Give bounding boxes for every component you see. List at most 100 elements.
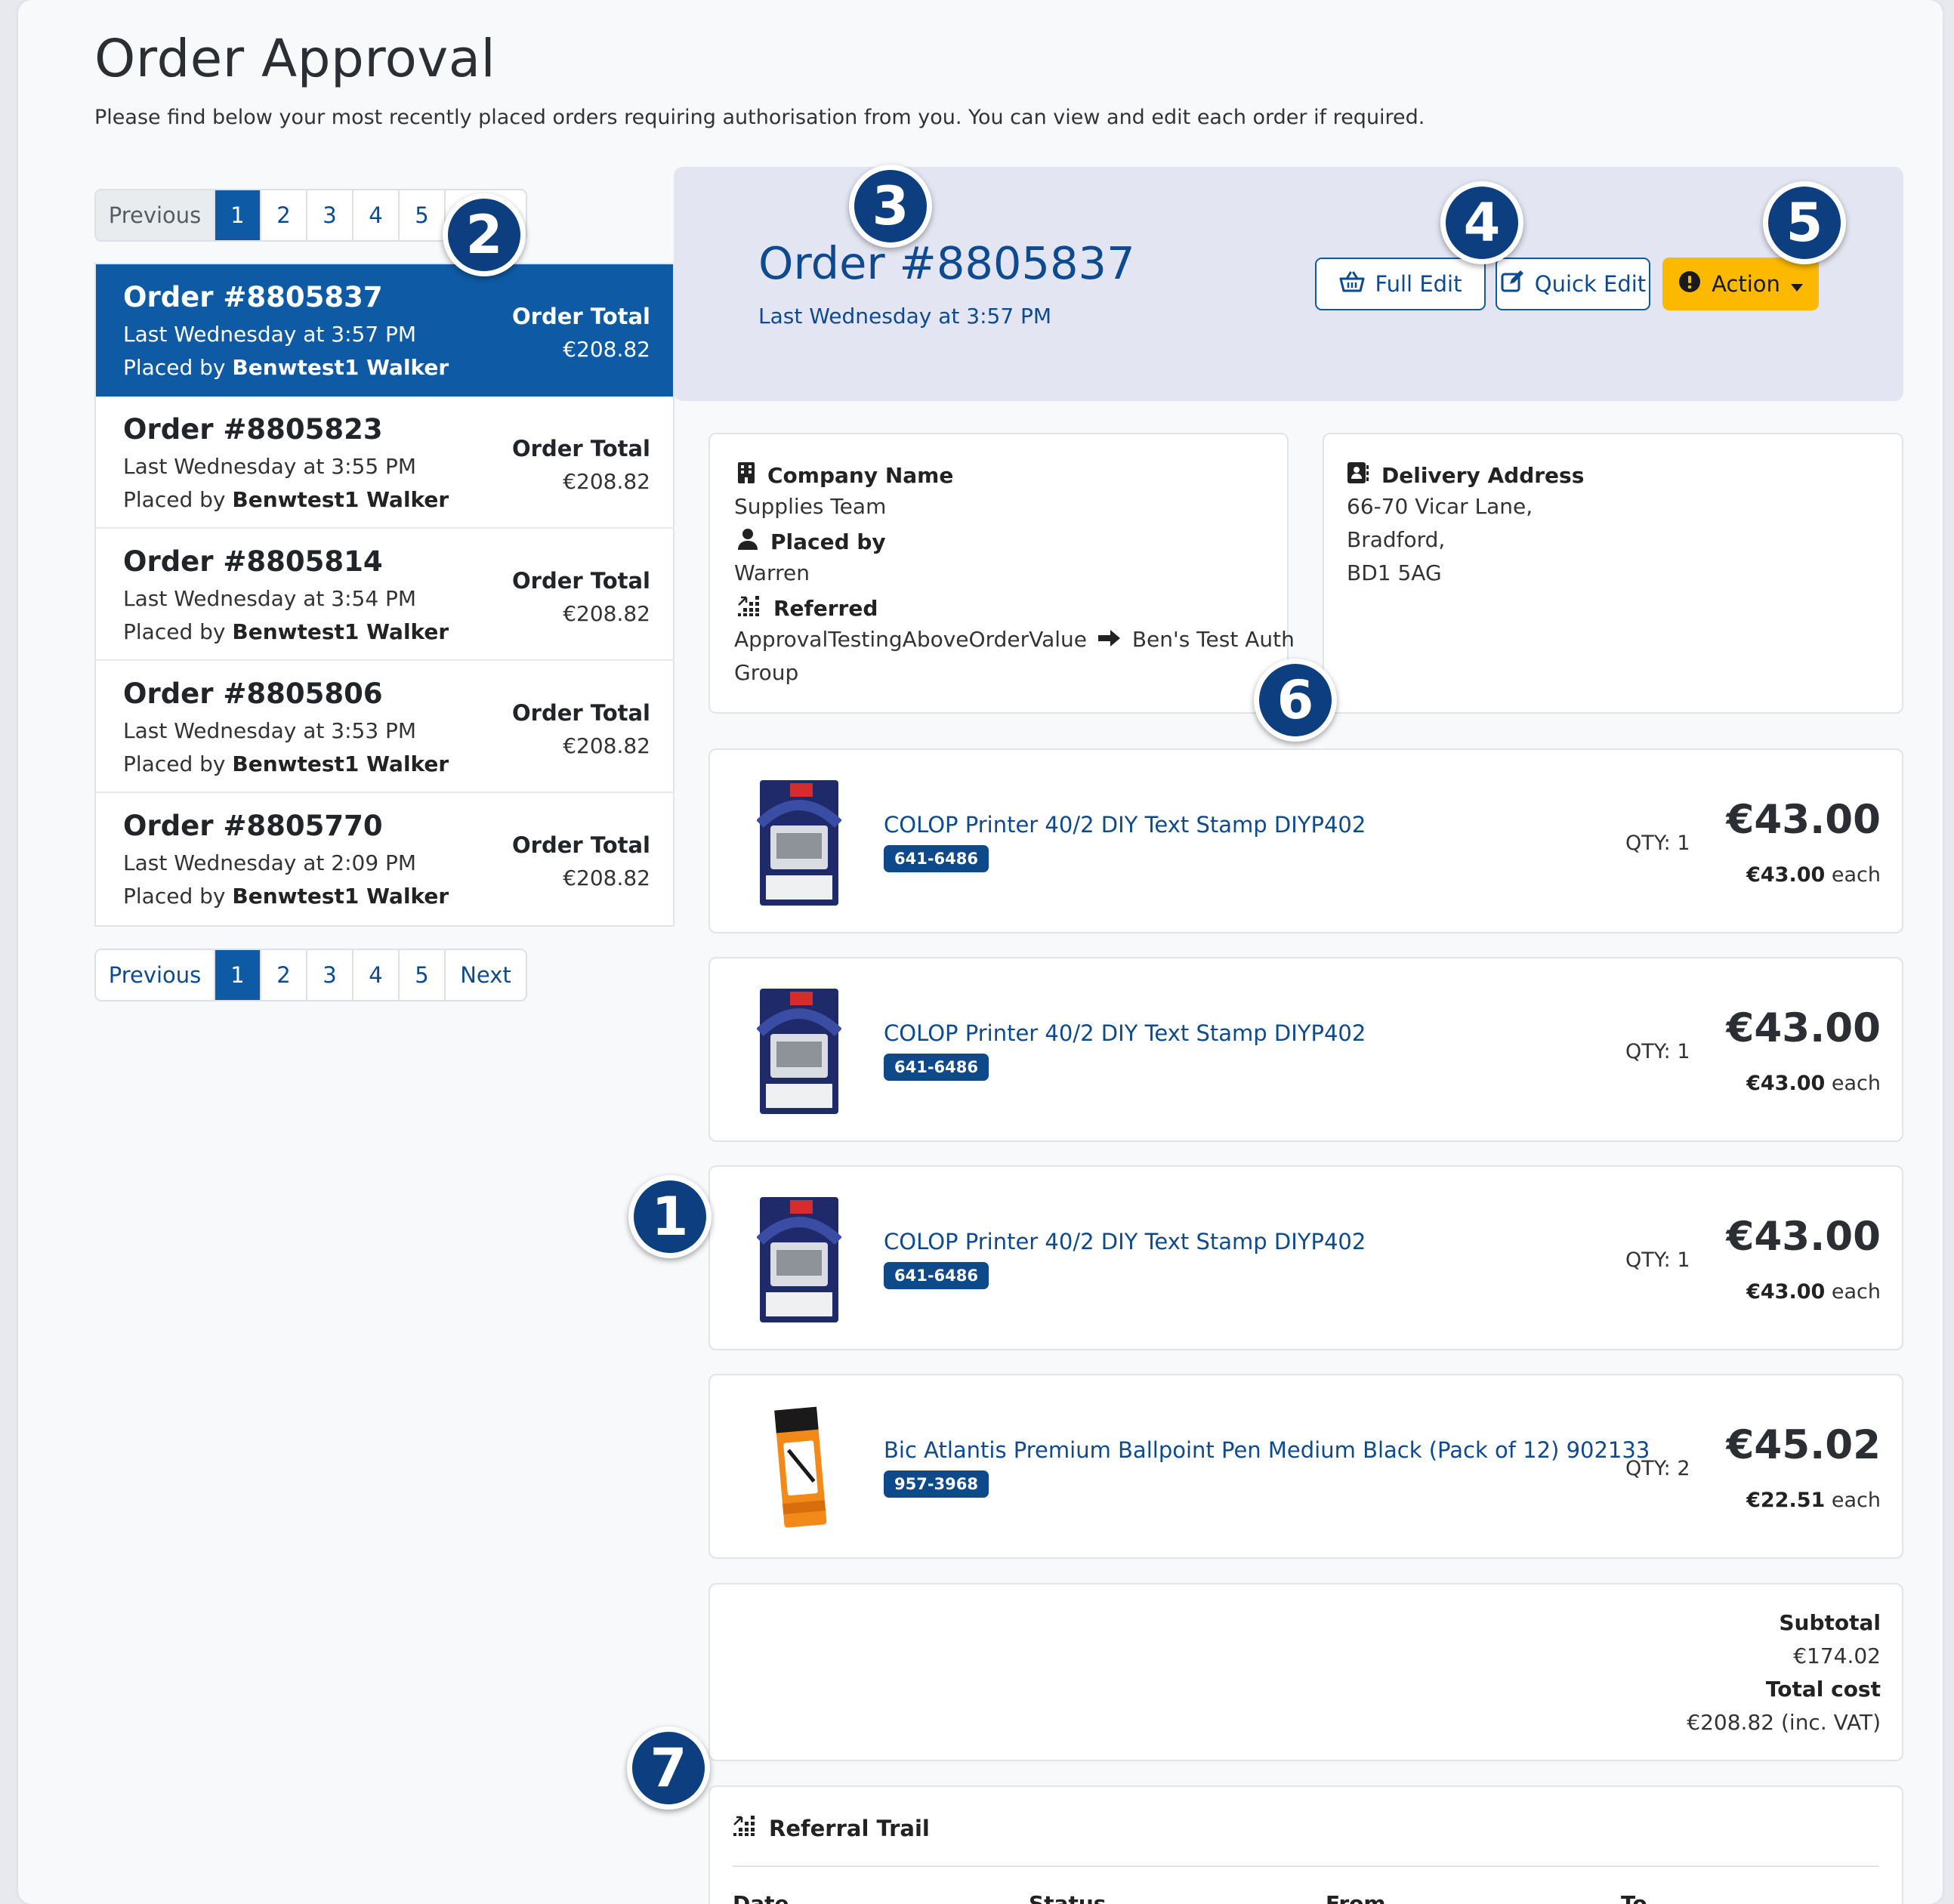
order-list-item[interactable]: Order #8805837 Last Wednesday at 3:57 PM…: [96, 264, 673, 397]
order-total-label: Order Total: [511, 568, 650, 594]
product-name-link[interactable]: COLOP Printer 40/2 DIY Text Stamp DIYP40…: [884, 812, 1366, 838]
referred-from: ApprovalTestingAboveOrderValue: [734, 627, 1087, 652]
referred-label: Referred: [773, 596, 878, 621]
unit-price-value: €43.00: [1746, 1280, 1826, 1304]
order-number: Order #8805823: [123, 413, 383, 446]
order-line-item: COLOP Printer 40/2 DIY Text Stamp DIYP40…: [708, 957, 1903, 1142]
order-number: Order #8805806: [123, 677, 383, 710]
action-dropdown-button[interactable]: Action: [1662, 258, 1819, 310]
product-name-link[interactable]: Bic Atlantis Premium Ballpoint Pen Mediu…: [884, 1437, 1650, 1463]
pagination-page-5[interactable]: 5: [400, 950, 446, 1000]
pagination-next[interactable]: Next: [446, 950, 526, 1000]
pagination-page-4[interactable]: 4: [353, 190, 400, 240]
product-image[interactable]: [756, 1196, 842, 1324]
line-price: €43.00: [1726, 1005, 1881, 1051]
callout-badge-4: 4: [1440, 181, 1523, 264]
referral-trail-title: Referral Trail: [769, 1815, 930, 1841]
product-image[interactable]: [757, 1404, 841, 1532]
callout-badge-6: 6: [1254, 659, 1337, 742]
column-header-status: Status: [1029, 1891, 1107, 1904]
order-placed-by-prefix: Placed by: [123, 884, 233, 909]
pagination-page-4[interactable]: 4: [353, 950, 400, 1000]
order-total-label: Order Total: [511, 700, 650, 726]
quick-edit-label: Quick Edit: [1534, 271, 1647, 297]
pagination-previous[interactable]: Previous: [96, 190, 215, 240]
exclamation-circle-icon: [1678, 270, 1701, 298]
product-qty: QTY: 1: [1625, 832, 1690, 855]
pagination-page-1[interactable]: 1: [215, 950, 261, 1000]
order-total: €208.82: [563, 866, 650, 890]
product-image[interactable]: [756, 779, 842, 907]
pagination-page-3[interactable]: 3: [307, 190, 353, 240]
address-line-1: 66-70 Vicar Lane,: [1347, 494, 1533, 519]
product-image[interactable]: [756, 987, 842, 1116]
unit-price: €43.00 each: [1746, 1280, 1881, 1304]
unit-price: €22.51 each: [1746, 1489, 1881, 1512]
order-line-item: COLOP Printer 40/2 DIY Text Stamp DIYP40…: [708, 1165, 1903, 1350]
product-sku-badge: 641-6486: [884, 1054, 989, 1081]
product-qty: QTY: 2: [1625, 1457, 1690, 1480]
referral-trail-heading: Referral Trail: [733, 1814, 930, 1842]
product-qty: QTY: 1: [1625, 1040, 1690, 1063]
delivery-address-card: Delivery Address 66-70 Vicar Lane, Bradf…: [1323, 433, 1903, 714]
line-price: €45.02: [1726, 1422, 1881, 1468]
order-number: Order #8805837: [123, 281, 383, 313]
pagination-previous[interactable]: Previous: [96, 950, 215, 1000]
order-total-label: Order Total: [511, 304, 650, 329]
company-name-label: Company Name: [767, 463, 954, 488]
full-edit-button[interactable]: Full Edit: [1315, 258, 1486, 310]
unit-price: €43.00 each: [1746, 1072, 1881, 1095]
order-list: Order #8805837 Last Wednesday at 3:57 PM…: [94, 263, 674, 927]
product-name-link[interactable]: COLOP Printer 40/2 DIY Text Stamp DIYP40…: [884, 1020, 1366, 1046]
order-list-item[interactable]: Order #8805770 Last Wednesday at 2:09 PM…: [96, 793, 673, 925]
pagination-page-1[interactable]: 1: [215, 190, 261, 240]
unit-price-value: €43.00: [1746, 1072, 1826, 1095]
page-lead: Please find below your most recently pla…: [94, 106, 1425, 129]
quick-edit-button[interactable]: Quick Edit: [1496, 258, 1650, 310]
order-total: €208.82: [563, 601, 650, 626]
referral-stairs-icon: [733, 1814, 757, 1842]
product-name-link[interactable]: COLOP Printer 40/2 DIY Text Stamp DIYP40…: [884, 1229, 1366, 1254]
callout-badge-1: 1: [628, 1175, 712, 1258]
action-label: Action: [1712, 271, 1780, 297]
order-line-item: Bic Atlantis Premium Ballpoint Pen Mediu…: [708, 1374, 1903, 1559]
order-list-item[interactable]: Order #8805814 Last Wednesday at 3:54 PM…: [96, 529, 673, 661]
product-sku-badge: 957-3968: [884, 1470, 989, 1498]
callout-badge-2: 2: [443, 193, 526, 276]
pagination-page-2[interactable]: 2: [261, 190, 307, 240]
product-sku-badge: 641-6486: [884, 1262, 989, 1289]
order-placed-by: Placed by Benwtest1 Walker: [123, 355, 449, 380]
order-total: €208.82: [563, 733, 650, 758]
address-line-3: BD1 5AG: [1347, 560, 1442, 585]
order-total: €208.82: [563, 469, 650, 494]
product-qty: QTY: 1: [1625, 1248, 1690, 1272]
unit-price-suffix: each: [1825, 863, 1881, 887]
pagination-page-2[interactable]: 2: [261, 950, 307, 1000]
column-header-date: Date: [733, 1891, 789, 1904]
divider: [733, 1865, 1879, 1867]
order-placed-by: Placed by Benwtest1 Walker: [123, 487, 449, 512]
order-total: €208.82: [563, 337, 650, 362]
order-list-item[interactable]: Order #8805823 Last Wednesday at 3:55 PM…: [96, 397, 673, 529]
delivery-address-heading: Delivery Address: [1347, 461, 1584, 489]
order-placed-by-prefix: Placed by: [123, 355, 233, 380]
order-totals-card: Subtotal €174.02 Total cost €208.82 (inc…: [708, 1583, 1903, 1761]
unit-price-value: €43.00: [1746, 863, 1826, 887]
unit-price-suffix: each: [1825, 1072, 1881, 1095]
pagination-page-3[interactable]: 3: [307, 950, 353, 1000]
order-placed-by-name: Benwtest1 Walker: [232, 751, 449, 776]
order-total-label: Order Total: [511, 436, 650, 461]
pagination-page-5[interactable]: 5: [400, 190, 446, 240]
edit-icon: [1500, 270, 1524, 299]
order-placed-by-name: Benwtest1 Walker: [232, 487, 449, 512]
building-icon: [737, 461, 755, 489]
column-header-from: From: [1326, 1891, 1386, 1904]
address-line-2: Bradford,: [1347, 527, 1446, 552]
unit-price-value: €22.51: [1746, 1489, 1826, 1512]
order-placed-by-prefix: Placed by: [123, 487, 233, 512]
subtotal-label: Subtotal: [1779, 1610, 1881, 1635]
callout-badge-3: 3: [849, 165, 932, 248]
order-date: Last Wednesday at 3:57 PM: [123, 322, 417, 347]
order-list-item[interactable]: Order #8805806 Last Wednesday at 3:53 PM…: [96, 661, 673, 793]
referred-value: ApprovalTestingAboveOrderValue Ben's Tes…: [734, 623, 1295, 657]
